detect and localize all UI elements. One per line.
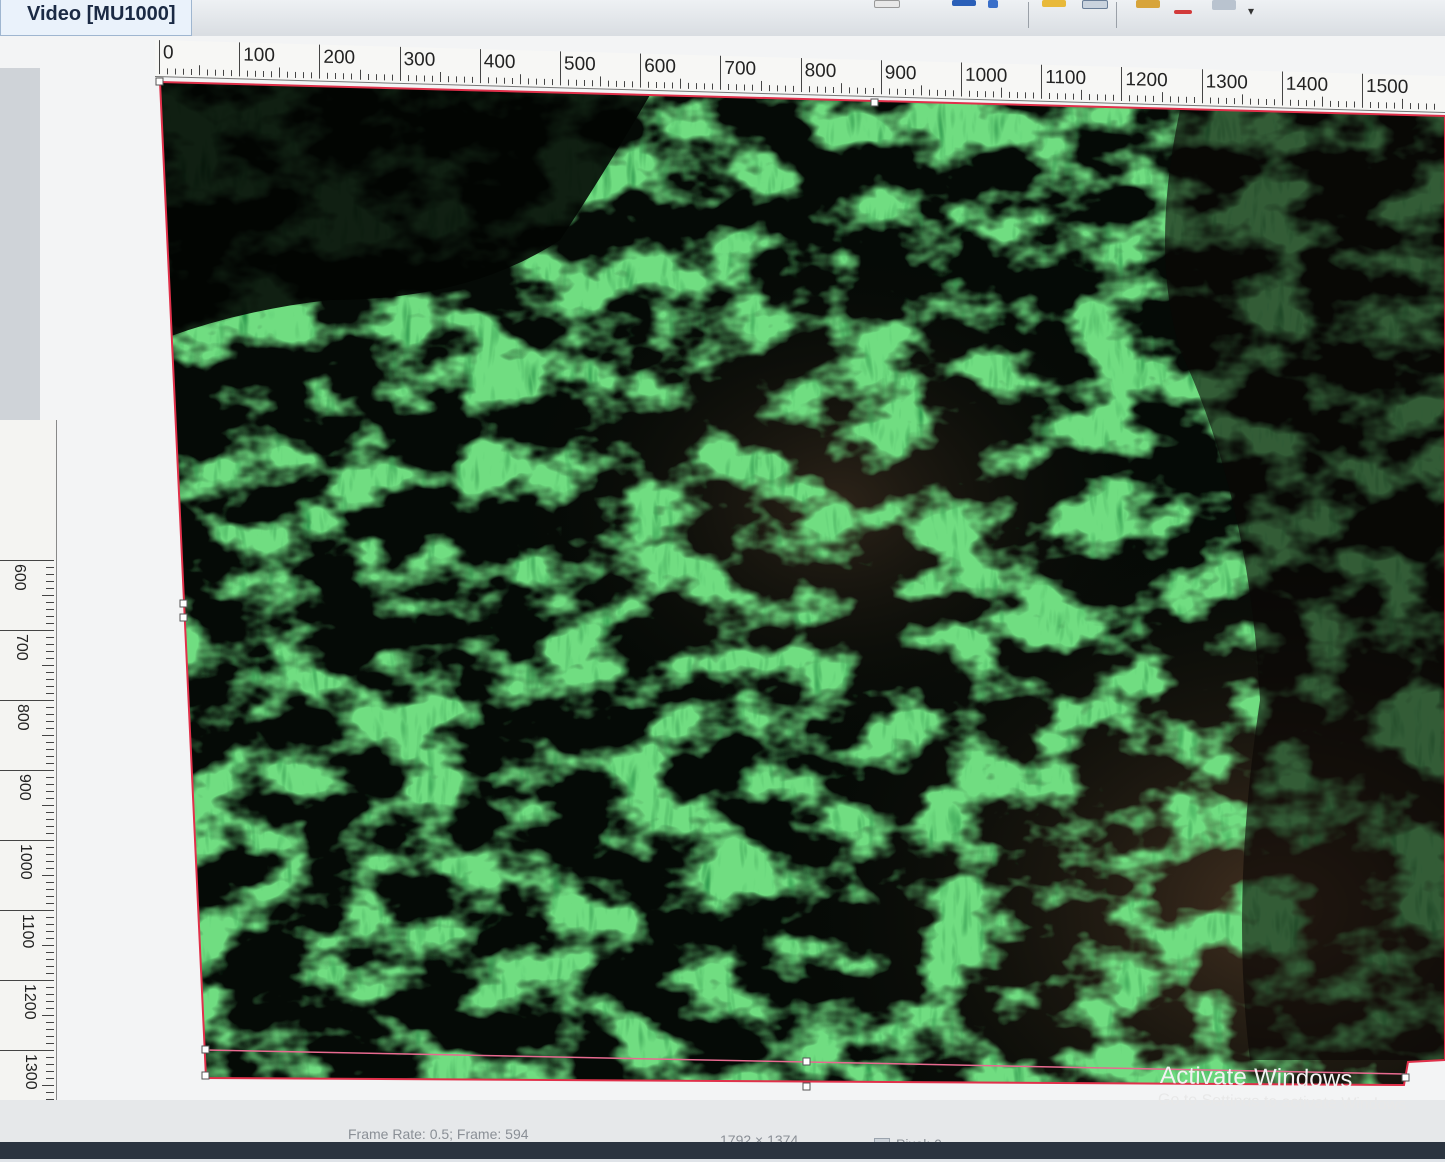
frame-info: Frame Rate: 0.5; Frame: 594 bbox=[348, 1126, 529, 1142]
activate-windows-title: Activate Windows bbox=[1159, 1061, 1353, 1094]
microscopy-image-view[interactable] bbox=[0, 0, 1445, 1159]
resize-handle[interactable] bbox=[802, 1082, 811, 1091]
resize-handle[interactable] bbox=[201, 1071, 210, 1080]
taskbar bbox=[0, 1142, 1445, 1159]
resize-handle[interactable] bbox=[1401, 1073, 1410, 1082]
resize-handle[interactable] bbox=[802, 1057, 811, 1066]
resize-handle[interactable] bbox=[179, 599, 188, 608]
resize-handle[interactable] bbox=[201, 1045, 210, 1054]
resize-handle[interactable] bbox=[155, 77, 164, 86]
resize-handle[interactable] bbox=[870, 98, 879, 107]
resize-handle[interactable] bbox=[179, 613, 188, 622]
